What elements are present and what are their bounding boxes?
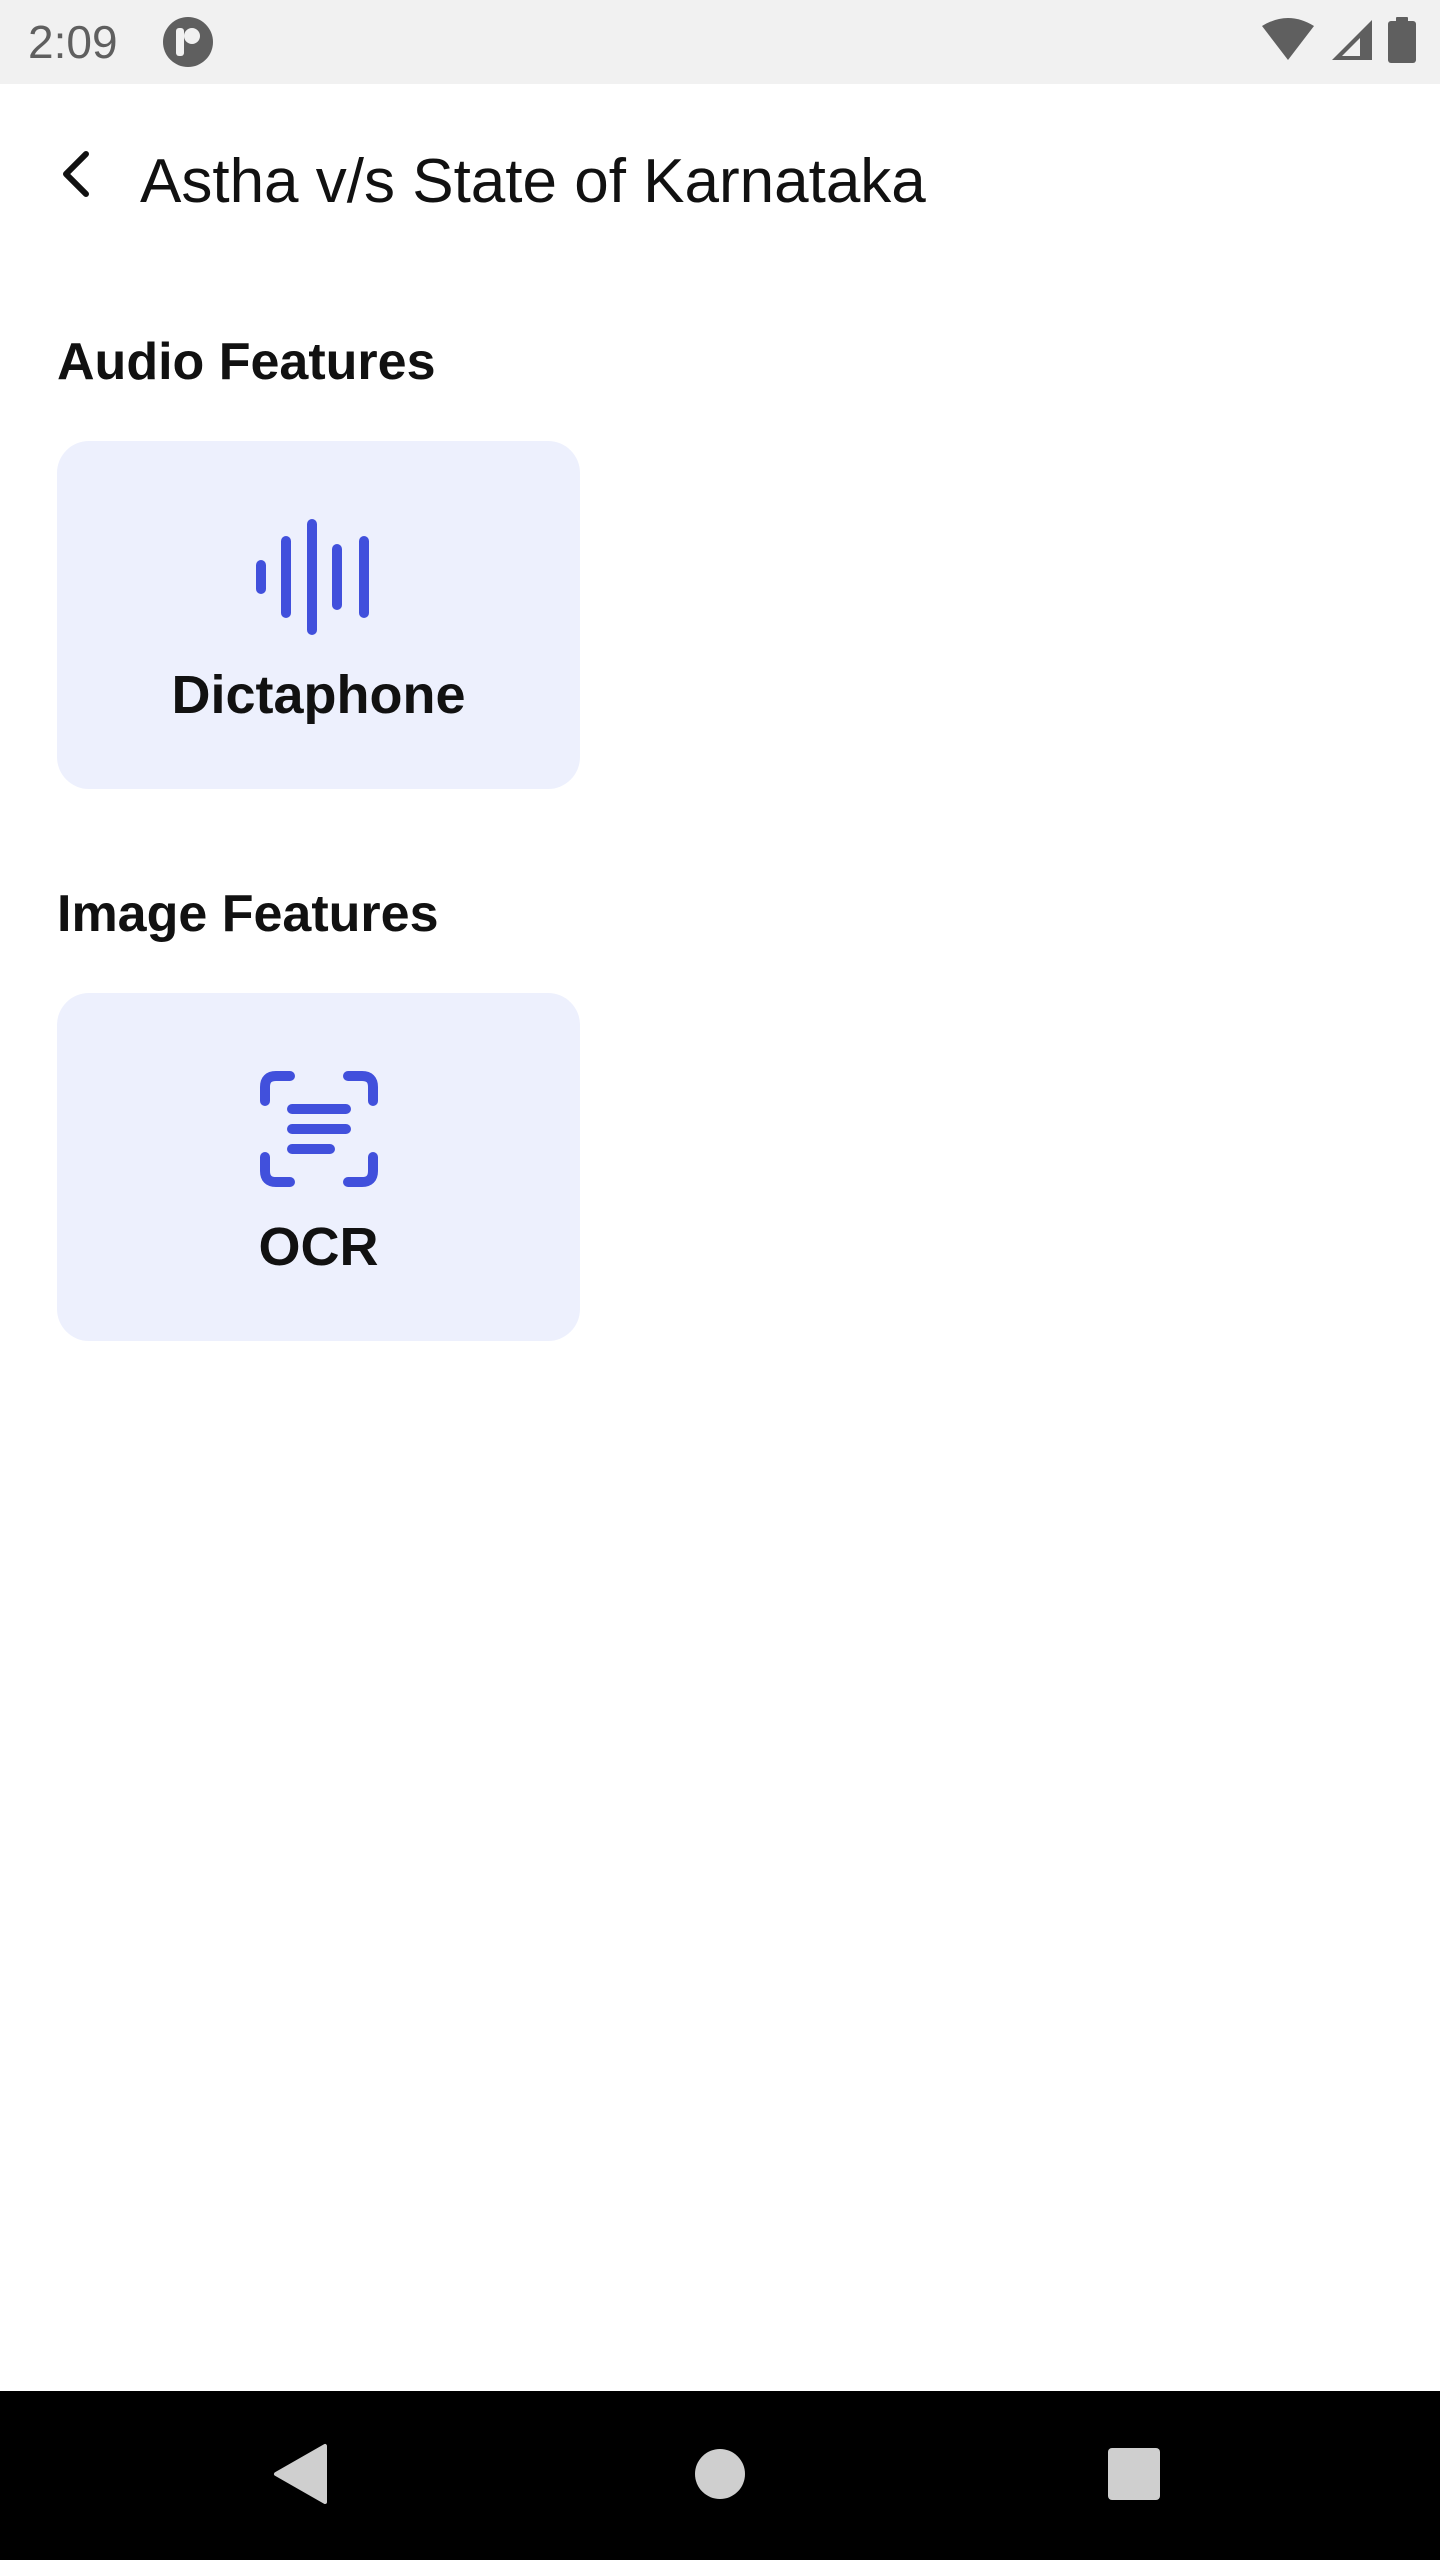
nav-back-button[interactable]	[255, 2431, 345, 2521]
app-bar: Astha v/s State of Karnataka	[0, 84, 1440, 284]
home-circle-icon	[694, 2448, 746, 2505]
back-triangle-icon	[270, 2442, 330, 2511]
image-features-heading: Image Features	[57, 885, 439, 943]
nav-recents-button[interactable]	[1089, 2431, 1179, 2521]
wifi-icon	[1260, 17, 1316, 67]
chevron-left-icon	[56, 148, 96, 205]
nav-home-button[interactable]	[675, 2431, 765, 2521]
system-navigation-bar	[0, 2391, 1440, 2560]
dictaphone-label: Dictaphone	[171, 665, 466, 725]
dictaphone-card[interactable]: Dictaphone	[57, 441, 580, 789]
status-time: 2:09	[28, 16, 118, 68]
cellular-signal-icon	[1330, 18, 1374, 67]
audio-features-heading: Audio Features	[57, 333, 436, 391]
recents-square-icon	[1107, 2447, 1161, 2506]
battery-icon	[1388, 16, 1416, 68]
document-scan-icon	[259, 1071, 378, 1192]
status-icons	[1260, 16, 1416, 68]
sound-wave-icon	[254, 519, 384, 640]
page-title: Astha v/s State of Karnataka	[140, 147, 926, 216]
back-button[interactable]	[44, 144, 108, 208]
ocr-card[interactable]: OCR	[57, 993, 580, 1341]
ocr-label: OCR	[258, 1217, 379, 1277]
status-bar: 2:09	[0, 0, 1440, 84]
app-notification-icon	[162, 16, 214, 68]
